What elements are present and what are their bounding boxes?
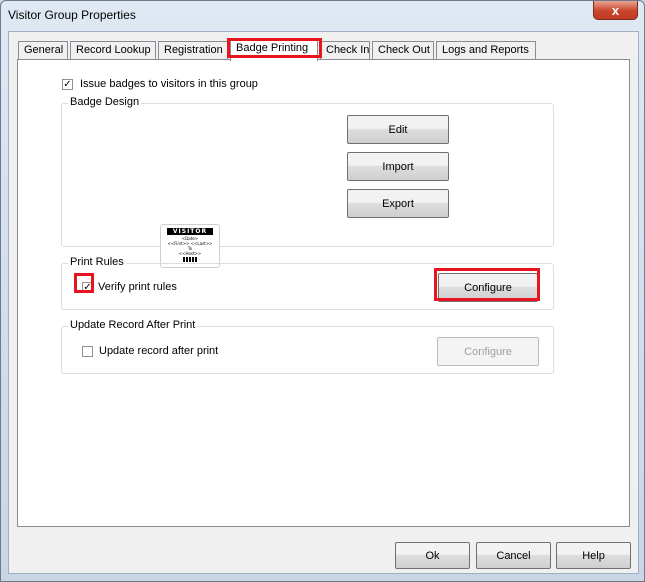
update-record-configure-button[interactable]: Configure xyxy=(437,337,539,366)
tab-label: General xyxy=(24,44,64,56)
edit-button[interactable]: Edit xyxy=(347,115,449,144)
window-title: Visitor Group Properties xyxy=(8,8,136,22)
issue-badges-checkbox[interactable]: ✓ xyxy=(62,79,73,90)
import-button[interactable]: Import xyxy=(347,152,449,181)
help-button[interactable]: Help xyxy=(556,542,631,569)
verify-print-rules-checkbox[interactable]: ✓ xyxy=(82,282,93,293)
tab-label: Check Out xyxy=(378,44,430,56)
badge-printing-panel: ✓ Issue badges to visitors in this group… xyxy=(17,59,630,527)
export-button[interactable]: Export xyxy=(347,189,449,218)
tab-label: Logs and Reports xyxy=(442,44,529,56)
tab-label: Registration xyxy=(164,44,223,56)
ok-button[interactable]: Ok xyxy=(395,542,470,569)
badge-line: <<Host>> xyxy=(178,251,202,256)
close-icon: x xyxy=(611,2,620,18)
tab-badge-printing[interactable]: Badge Printing xyxy=(230,39,318,61)
verify-print-rules-label: Verify print rules xyxy=(98,281,177,293)
tab-check-in[interactable]: Check In xyxy=(320,41,370,59)
tab-logs-and-reports[interactable]: Logs and Reports xyxy=(436,41,536,59)
update-record-checkbox[interactable] xyxy=(82,346,93,357)
tab-label: Check In xyxy=(326,44,370,56)
dialog-window: Visitor Group Properties x General Recor… xyxy=(0,0,645,582)
tab-label: Record Lookup xyxy=(76,44,151,56)
barcode-icon xyxy=(183,257,197,262)
tab-check-out[interactable]: Check Out xyxy=(372,41,434,59)
tab-registration[interactable]: Registration xyxy=(158,41,228,59)
tab-record-lookup[interactable]: Record Lookup xyxy=(70,41,156,59)
dialog-client-area: General Record Lookup Registration Badge… xyxy=(8,31,639,574)
print-rules-group: Print Rules ✓ Verify print rules Configu… xyxy=(61,256,554,310)
update-record-group: Update Record After Print Update record … xyxy=(61,319,554,374)
issue-badges-label: Issue badges to visitors in this group xyxy=(80,78,258,90)
tab-label: Badge Printing xyxy=(236,42,309,54)
print-rules-title: Print Rules xyxy=(68,256,126,268)
badge-design-title: Badge Design xyxy=(68,96,142,108)
badge-header-text: VISITOR xyxy=(167,228,213,235)
update-record-title: Update Record After Print xyxy=(68,319,198,331)
badge-preview-image: VISITOR <Date> <<First>> <<Last>> To <<H… xyxy=(160,224,220,268)
close-button[interactable]: x xyxy=(593,1,638,20)
tab-general[interactable]: General xyxy=(18,41,68,59)
cancel-button[interactable]: Cancel xyxy=(476,542,551,569)
update-record-label: Update record after print xyxy=(99,345,219,357)
print-rules-configure-button[interactable]: Configure xyxy=(438,273,538,302)
badge-design-group: Badge Design VISITOR <Date> <<First>> <<… xyxy=(61,96,554,268)
